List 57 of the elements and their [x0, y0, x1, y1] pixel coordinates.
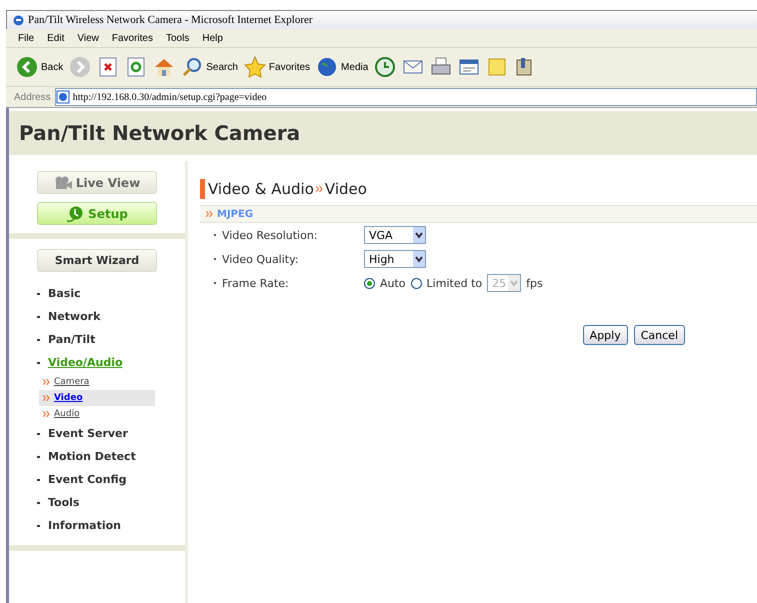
search-icon[interactable]	[181, 56, 204, 78]
field-label: Video Resolution:	[222, 228, 318, 242]
toolbar-label[interactable]: Favorites	[268, 62, 310, 72]
toolbar-label[interactable]: Search	[206, 62, 238, 72]
nav-link[interactable]: Tools	[48, 496, 80, 509]
dropdown[interactable]: VGA	[364, 226, 426, 244]
toolbar-label[interactable]: Media	[341, 62, 368, 72]
menu-item[interactable]: File	[18, 32, 34, 44]
smart-wizard-button[interactable]: Smart Wizard	[37, 249, 157, 272]
chevron-icon	[43, 379, 50, 385]
setup-icon	[66, 206, 84, 222]
page-icon	[56, 90, 70, 104]
dropdown[interactable]: High	[364, 250, 426, 268]
radio-label: Limited to	[426, 276, 482, 290]
star-icon[interactable]	[244, 56, 266, 78]
chevron-icon	[43, 395, 50, 401]
history-icon[interactable]	[374, 56, 396, 78]
unit-label: fps	[526, 276, 543, 290]
radio-label: Auto	[380, 276, 406, 290]
menu-item[interactable]: Favorites	[112, 32, 153, 44]
field-label: Frame Rate:	[222, 276, 289, 290]
menu-item[interactable]: Help	[202, 32, 223, 44]
mode-button[interactable]: Live View	[37, 171, 157, 194]
nav-link[interactable]: Network	[48, 310, 100, 323]
nav-link[interactable]: Video/Audio	[48, 356, 123, 369]
camera-icon	[54, 176, 72, 190]
stop-icon[interactable]	[97, 56, 120, 78]
page-title: Pan/Tilt Network Camera	[19, 121, 300, 145]
toolbar-label[interactable]: Back	[41, 62, 64, 72]
globe-icon[interactable]	[316, 56, 338, 78]
form-button[interactable]: Cancel	[634, 325, 685, 345]
address-label: Address	[14, 92, 51, 102]
menu-item[interactable]: View	[77, 32, 99, 44]
address-field[interactable]: http://192.168.0.30/admin/setup.cgi?page=video	[54, 88, 757, 106]
menu-item[interactable]: Edit	[47, 32, 64, 44]
chevron-icon	[206, 211, 213, 217]
home-icon[interactable]	[153, 56, 176, 78]
browser-icon	[13, 14, 24, 26]
refresh-icon[interactable]	[125, 56, 148, 78]
subnav-link[interactable]: Camera	[54, 377, 90, 387]
nav-link[interactable]: Event Config	[48, 473, 127, 486]
nav-link[interactable]: Event Server	[48, 427, 128, 440]
subsection-title: MJPEG	[217, 208, 254, 220]
menu-item[interactable]: Tools	[166, 32, 190, 44]
chevron-icon	[43, 411, 50, 417]
field-label: Video Quality:	[222, 252, 299, 266]
chevron-icon	[316, 186, 323, 192]
nav-link[interactable]: Pan/Tilt	[48, 333, 96, 346]
subnav-link[interactable]: Audio	[54, 409, 80, 419]
nav-link[interactable]: Motion Detect	[48, 450, 136, 463]
form-button[interactable]: Apply	[582, 325, 628, 345]
window-title: Pan/Tilt Wireless Network Camera - Microsoft Internet Explorer	[28, 14, 313, 26]
nav-link[interactable]: Basic	[48, 287, 81, 300]
heading-section: Video & Audio	[208, 180, 314, 198]
heading-page: Video	[324, 180, 367, 198]
nav-link[interactable]: Information	[48, 519, 121, 532]
subnav-link[interactable]: Video	[54, 393, 83, 403]
